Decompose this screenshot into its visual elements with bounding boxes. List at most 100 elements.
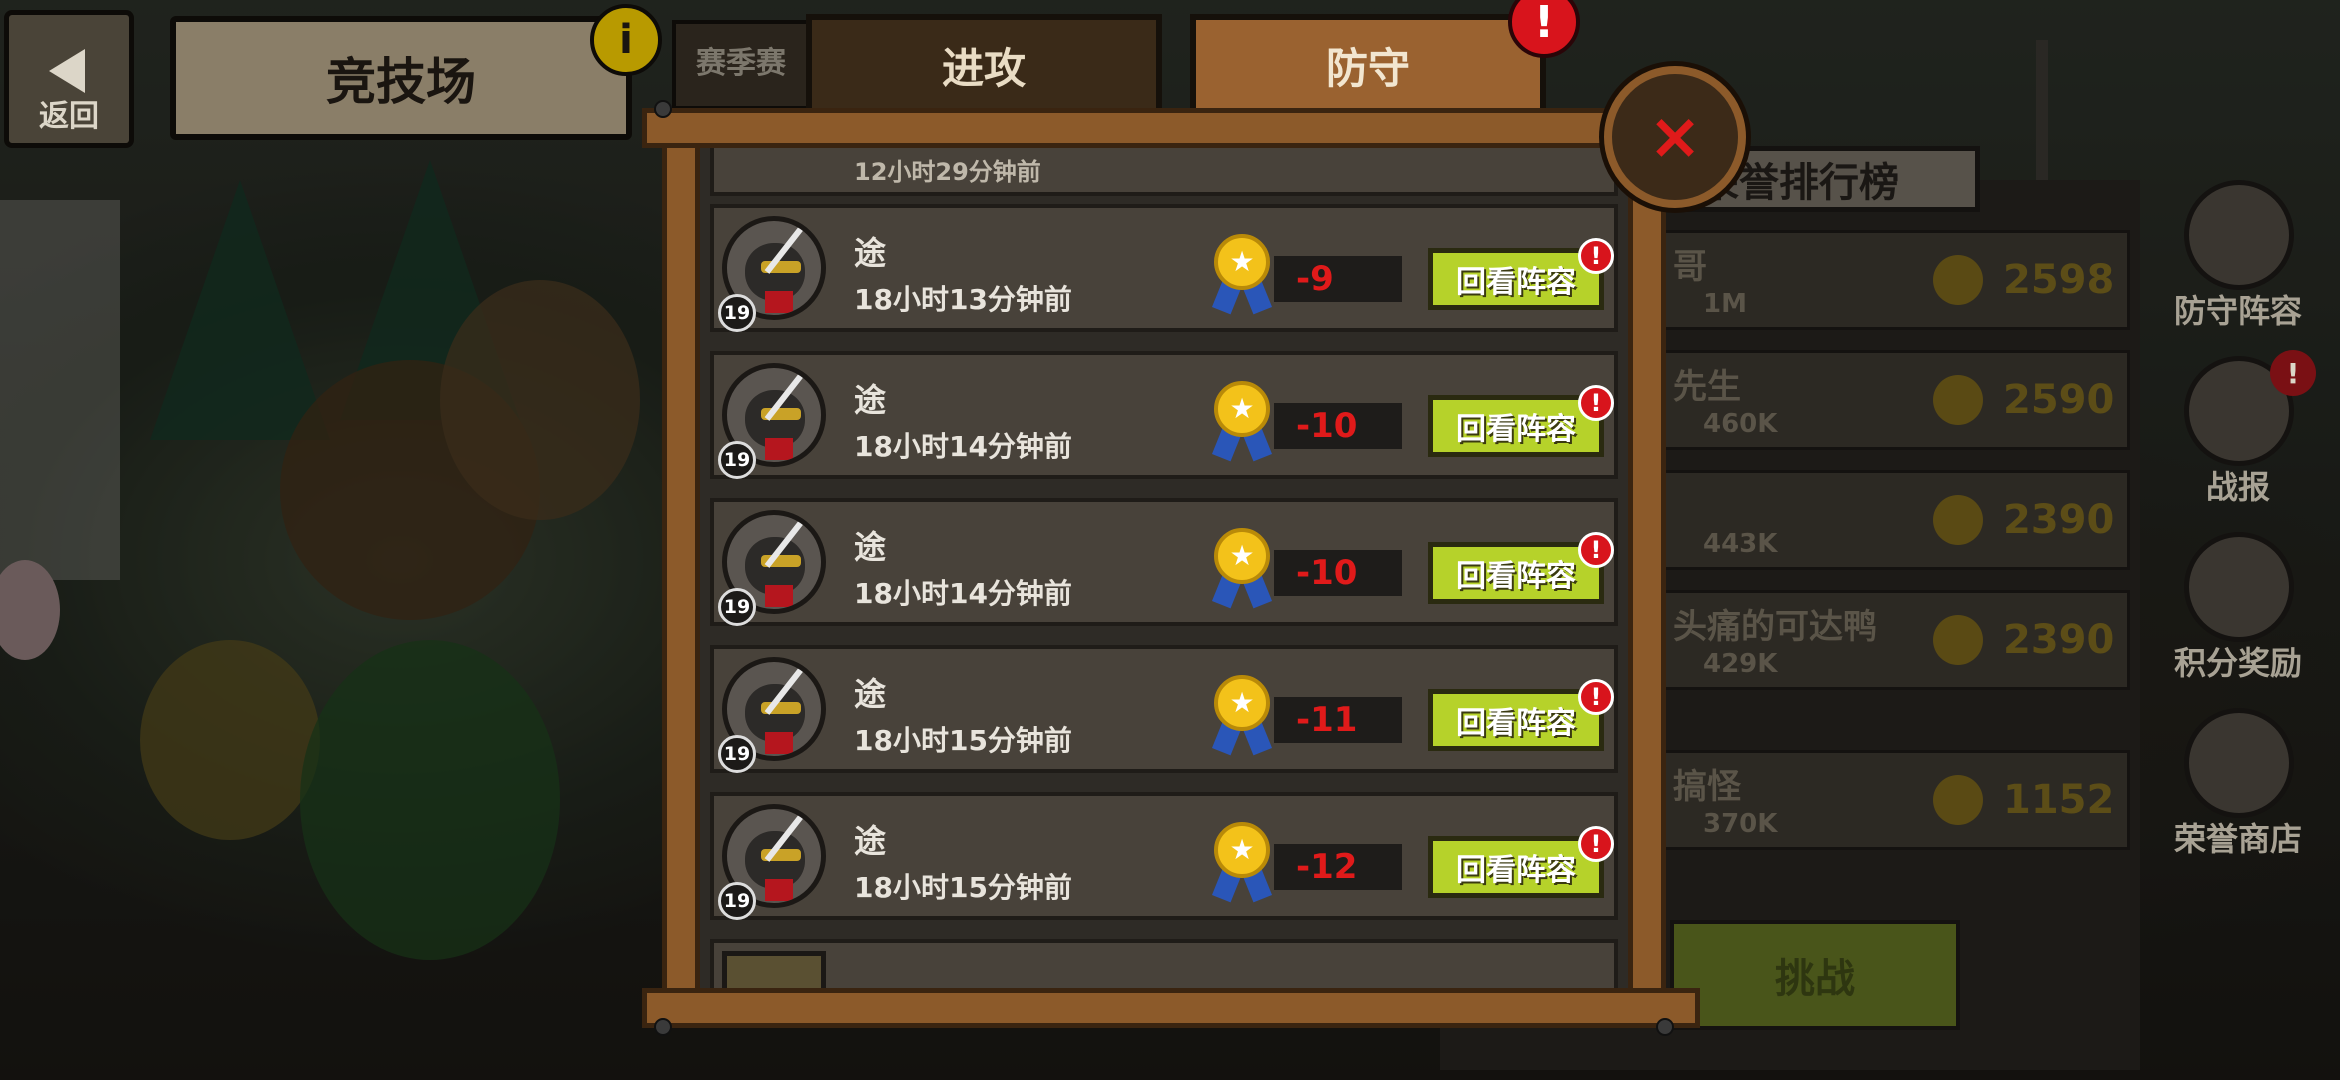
cape-shape [765, 879, 793, 901]
frame-bottom [642, 988, 1700, 1028]
points-reward-button[interactable]: 积分奖励 [2152, 532, 2324, 702]
star-icon: ★ [1214, 675, 1270, 731]
tab-attack[interactable]: 进攻 [806, 14, 1162, 110]
battle-log-row: 19 途 18小时14分钟前 ★ -10 回看阵容 ! [710, 498, 1618, 626]
opponent-avatar [722, 951, 826, 988]
ranking-player-power: 370K [1703, 809, 1778, 839]
cape-shape [765, 585, 793, 607]
page-title-board: 竞技场 [170, 16, 632, 140]
ranking-player-name: 搞怪 [1673, 767, 1741, 807]
level-badge: 19 [718, 735, 756, 773]
honor-shop-button[interactable]: 荣誉商店 [2152, 708, 2324, 878]
frame-right [1628, 128, 1666, 1008]
score-change: -9 [1274, 256, 1402, 302]
opponent-name: 途 [854, 822, 887, 860]
defense-lineup-button[interactable]: 防守阵容 [2152, 180, 2324, 350]
side-button-label: 防守阵容 [2173, 292, 2302, 330]
info-button[interactable]: i [590, 4, 662, 76]
ranking-player-name: 先生 [1673, 367, 1741, 407]
alert-badge: ! [1578, 826, 1614, 862]
nail-icon [654, 100, 672, 118]
ranking-row[interactable]: 哥 1M 2598 [1660, 230, 2130, 330]
score-change: -10 [1274, 403, 1402, 449]
battle-log-row: 19 途 18小时15分钟前 ★ -11 回看阵容 ! [710, 645, 1618, 773]
star-medal-icon [2184, 532, 2294, 642]
level-badge: 19 [718, 294, 756, 332]
score-change: -10 [1274, 550, 1402, 596]
score-change: -11 [1274, 697, 1402, 743]
battle-report-button[interactable]: ! 战报 [2152, 350, 2324, 526]
battle-log-dialog: 12小时29分钟前 19 途 18小时13分钟前 ★ -9 回看阵容 ! 19 … [642, 100, 1700, 1036]
page-title: 竞技场 [326, 53, 476, 111]
ranking-player-power: 429K [1703, 649, 1778, 679]
honor-medal-icon: ★ [1210, 381, 1274, 462]
ranking-score: 2598 [2003, 257, 2115, 303]
opponent-name: 途 [854, 381, 887, 419]
ranking-player-power: 1M [1703, 289, 1747, 319]
tab-defend[interactable]: 防守 [1190, 14, 1546, 110]
back-arrow-icon [49, 49, 85, 93]
frame-top [642, 108, 1700, 148]
ranking-row[interactable]: 搞怪 370K 1152 [1660, 750, 2130, 850]
star-icon: ★ [1214, 381, 1270, 437]
honor-medal-icon [1933, 255, 1983, 305]
level-badge: 19 [718, 882, 756, 920]
battle-log-row-partial [710, 939, 1618, 988]
ranking-score: 2390 [2003, 617, 2115, 663]
close-icon: × [1648, 100, 1702, 174]
level-badge: 19 [718, 441, 756, 479]
battle-time: 18小时15分钟前 [854, 871, 1072, 904]
ranking-row[interactable]: 头痛的可达鸭 429K 2390 [1660, 590, 2130, 690]
honor-medal-icon: ★ [1210, 822, 1274, 903]
opponent-name: 途 [854, 234, 887, 272]
honor-medal-icon: ★ [1210, 675, 1274, 756]
ranking-row[interactable]: 先生 460K 2590 [1660, 350, 2130, 450]
season-tab[interactable]: 赛季赛 [672, 20, 812, 110]
star-icon: ★ [1214, 528, 1270, 584]
star-icon: ★ [1214, 822, 1270, 878]
back-button[interactable]: 返回 [4, 10, 134, 148]
ranking-player-name: 哥 [1673, 247, 1707, 287]
nail-icon [1656, 1018, 1674, 1036]
cape-shape [765, 438, 793, 460]
challenge-button[interactable]: 挑战 [1670, 920, 1960, 1030]
cape-shape [765, 732, 793, 754]
battle-time: 18小时14分钟前 [854, 430, 1072, 463]
honor-medal-icon [1933, 615, 1983, 665]
ranking-player-power: 443K [1703, 529, 1778, 559]
ranking-player-name: 头痛的可达鸭 [1673, 607, 1877, 647]
side-button-label: 积分奖励 [2173, 644, 2302, 682]
ranking-score: 2390 [2003, 497, 2115, 543]
alert-badge: ! [1578, 385, 1614, 421]
battle-log-row-partial: 12小时29分钟前 [710, 148, 1618, 196]
battle-log-row: 19 途 18小时15分钟前 ★ -12 回看阵容 ! [710, 792, 1618, 920]
ranking-player-power: 460K [1703, 409, 1778, 439]
honor-medal-icon [1933, 495, 1983, 545]
side-button-label: 战报 [2205, 468, 2270, 506]
battle-time: 12小时29分钟前 [854, 158, 1041, 186]
gem-icon [2184, 708, 2294, 818]
close-button[interactable]: × [1604, 66, 1746, 208]
cape-shape [765, 291, 793, 313]
hanging-chain [2036, 40, 2048, 190]
alert-badge: ! [2270, 350, 2316, 396]
battle-log-row: 19 途 18小时13分钟前 ★ -9 回看阵容 ! [710, 204, 1618, 332]
nail-icon [654, 1018, 672, 1036]
ranking-score: 1152 [2003, 777, 2115, 823]
shield-icon [2184, 180, 2294, 290]
honor-medal-icon: ★ [1210, 528, 1274, 609]
battle-log-list[interactable]: 12小时29分钟前 19 途 18小时13分钟前 ★ -9 回看阵容 ! 19 … [700, 148, 1628, 988]
level-badge: 19 [718, 588, 756, 626]
honor-medal-icon [1933, 375, 1983, 425]
alert-badge: ! [1578, 238, 1614, 274]
battle-log-row: 19 途 18小时14分钟前 ★ -10 回看阵容 ! [710, 351, 1618, 479]
honor-medal-icon [1933, 775, 1983, 825]
ranking-row[interactable]: 443K 2390 [1660, 470, 2130, 570]
battle-time: 18小时14分钟前 [854, 577, 1072, 610]
honor-medal-icon: ★ [1210, 234, 1274, 315]
side-button-label: 荣誉商店 [2173, 820, 2302, 858]
ranking-score: 2590 [2003, 377, 2115, 423]
opponent-name: 途 [854, 528, 887, 566]
alert-badge: ! [1578, 679, 1614, 715]
opponent-name: 途 [854, 675, 887, 713]
